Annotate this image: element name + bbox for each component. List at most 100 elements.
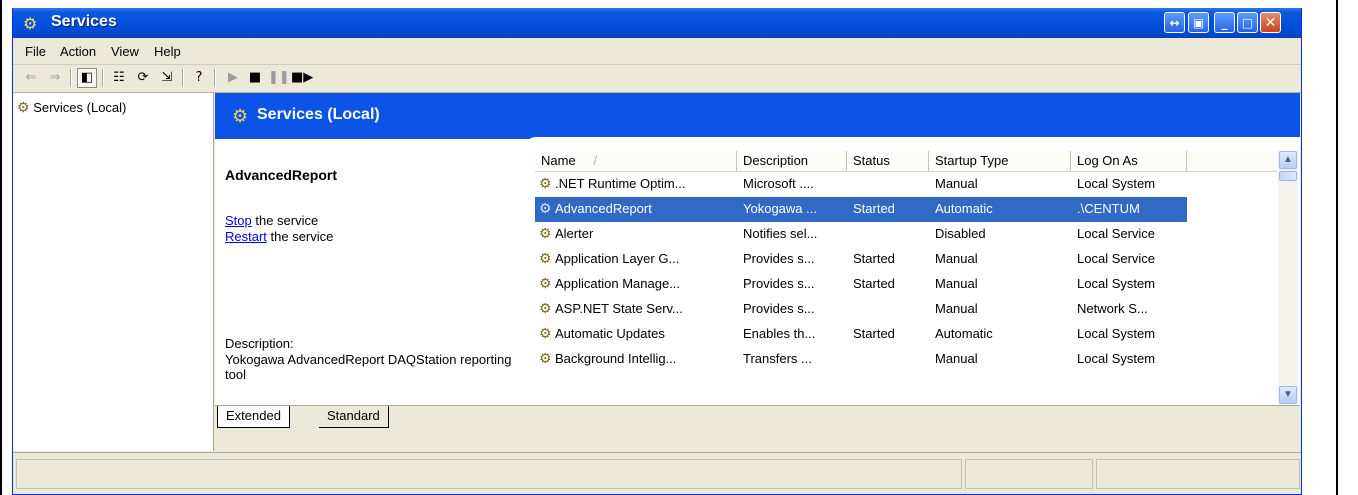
- tab-extended[interactable]: Extended: [217, 406, 290, 428]
- status-panel-secondary: [965, 459, 1093, 489]
- cell-logon: Local System: [1077, 326, 1156, 341]
- export-list-icon[interactable]: ⇲: [157, 68, 177, 88]
- column-header-name[interactable]: Name /: [535, 151, 737, 171]
- cell-name: AdvancedReport: [555, 201, 652, 216]
- scroll-down-icon[interactable]: ▼: [1279, 386, 1297, 404]
- cell-startup: Automatic: [935, 326, 993, 341]
- cell-description: Microsoft ....: [743, 176, 814, 191]
- table-row[interactable]: ⚙ AdvancedReport Yokogawa ... Started Automa…: [535, 197, 1187, 222]
- menu-file[interactable]: File: [25, 44, 46, 59]
- cell-status: Started: [853, 326, 895, 341]
- status-panel-tertiary: [1096, 459, 1300, 489]
- details-pane: ⚙ Services (Local) AdvancedReport Stop t…: [215, 93, 1300, 452]
- table-row[interactable]: ⚙ .NET Runtime Optim... Microsoft .... Manu…: [535, 172, 1187, 197]
- stop-service-icon[interactable]: ■: [245, 68, 265, 88]
- scroll-thumb[interactable]: [1279, 171, 1297, 181]
- cell-description: Yokogawa ...: [743, 201, 817, 216]
- cell-name: .NET Runtime Optim...: [555, 176, 686, 191]
- tree-item-label: Services (Local): [33, 100, 127, 115]
- restart-service-text: the service: [266, 229, 334, 244]
- table-row[interactable]: ⚙ Application Layer G... Provides s... Star…: [535, 247, 1187, 272]
- services-window: ⚙ Services ↔ ▣ _ □ ✕ File Action View He…: [12, 8, 1302, 495]
- right-frame-line: [1336, 0, 1338, 495]
- table-row[interactable]: ⚙ Application Manage... Provides s... Start…: [535, 272, 1187, 297]
- menu-bar: File Action View Help: [13, 38, 1301, 65]
- cell-logon: Local Service: [1077, 251, 1156, 266]
- column-header-status[interactable]: Status: [847, 151, 929, 171]
- forward-arrow-icon[interactable]: ⇒: [45, 68, 65, 88]
- tree-pane: ⚙ Services (Local): [13, 93, 214, 451]
- close-icon[interactable]: ✕: [1260, 12, 1281, 33]
- table-row[interactable]: ⚙ ASP.NET State Serv... Provides s... Manua…: [535, 297, 1187, 322]
- column-header-startup-type[interactable]: Startup Type: [929, 151, 1071, 171]
- start-service-icon[interactable]: ▶: [223, 68, 243, 88]
- cell-startup: Disabled: [935, 226, 986, 241]
- cell-startup: Manual: [935, 276, 978, 291]
- cell-name: ASP.NET State Serv...: [555, 301, 683, 316]
- menu-view[interactable]: View: [111, 44, 139, 59]
- cell-name: Application Manage...: [555, 276, 681, 291]
- cell-startup: Manual: [935, 351, 978, 366]
- cell-logon: .\CENTUM: [1077, 201, 1140, 216]
- cell-logon: Local System: [1077, 276, 1156, 291]
- restart-service-link[interactable]: Restart: [225, 229, 267, 244]
- show-hide-tree-icon[interactable]: ◧: [77, 68, 97, 88]
- cell-description: Provides s...: [743, 251, 815, 266]
- service-gear-icon: ⚙: [539, 175, 552, 191]
- pause-service-icon[interactable]: ❚❚: [268, 68, 290, 88]
- service-gear-icon: ⚙: [539, 325, 552, 341]
- restore-panel-icon[interactable]: ▣: [1188, 12, 1209, 33]
- table-row[interactable]: ⚙ Background Intellig... Transfers ... Manu…: [535, 347, 1187, 372]
- services-gear-icon: ⚙: [23, 14, 38, 33]
- cell-startup: Automatic: [935, 201, 993, 216]
- sort-indicator-icon: /: [593, 153, 597, 168]
- back-arrow-icon[interactable]: ⇐: [21, 68, 41, 88]
- properties-icon[interactable]: ☷: [109, 68, 129, 88]
- maximize-icon[interactable]: □: [1237, 12, 1258, 33]
- service-gear-icon: ⚙: [539, 250, 552, 266]
- refresh-icon[interactable]: ⟳: [133, 68, 153, 88]
- stop-service-link[interactable]: Stop: [225, 213, 252, 228]
- window-title: Services: [51, 13, 117, 30]
- cell-status: Started: [853, 276, 895, 291]
- restart-service-icon[interactable]: ■▶: [291, 68, 313, 88]
- left-frame-line: [0, 0, 2, 495]
- cell-status: Started: [853, 201, 895, 216]
- column-header-description[interactable]: Description: [737, 151, 847, 171]
- minimize-icon[interactable]: _: [1214, 12, 1235, 33]
- toolbar-separator: [70, 69, 72, 87]
- view-tabs: Extended Standard: [215, 405, 1300, 452]
- table-row[interactable]: ⚙ Alerter Notifies sel... Disabled Local Ser…: [535, 222, 1187, 247]
- cell-name: Automatic Updates: [555, 326, 665, 341]
- cell-name: Alerter: [555, 226, 594, 241]
- menu-action[interactable]: Action: [60, 44, 96, 59]
- cell-startup: Manual: [935, 176, 978, 191]
- column-header-label: Name: [541, 153, 576, 168]
- cell-description: Transfers ...: [743, 351, 812, 366]
- cell-description: Notifies sel...: [743, 226, 818, 241]
- services-gear-icon: ⚙: [232, 106, 249, 127]
- header-title: Services (Local): [257, 106, 380, 123]
- status-panel-main: [16, 459, 962, 489]
- services-gear-icon: ⚙: [17, 99, 30, 115]
- menu-help[interactable]: Help: [154, 44, 181, 59]
- services-list: Name / Description Status Startup Type L…: [535, 149, 1300, 405]
- stop-service-text: the service: [251, 213, 319, 228]
- tab-standard[interactable]: Standard: [319, 406, 389, 428]
- cell-logon: Local Service: [1077, 226, 1156, 241]
- cell-description: Provides s...: [743, 276, 815, 291]
- table-row[interactable]: ⚙ Automatic Updates Enables th... Started Au…: [535, 322, 1187, 347]
- selected-service-name: AdvancedReport: [225, 167, 338, 183]
- scroll-up-icon[interactable]: ▲: [1279, 151, 1297, 169]
- help-icon[interactable]: ?: [189, 68, 209, 88]
- cell-name: Application Layer G...: [555, 251, 680, 266]
- column-header-log-on-as[interactable]: Log On As: [1071, 151, 1187, 171]
- cell-startup: Manual: [935, 251, 978, 266]
- vertical-scrollbar[interactable]: ▲ ▼: [1278, 151, 1298, 405]
- extend-icon[interactable]: ↔: [1164, 12, 1185, 33]
- restart-service-line: Restart the service: [225, 229, 333, 244]
- tree-item-services-local[interactable]: ⚙ Services (Local): [17, 99, 126, 116]
- stop-service-line: Stop the service: [225, 213, 318, 228]
- title-bar[interactable]: ⚙ Services ↔ ▣ _ □ ✕: [13, 8, 1301, 38]
- toolbar-separator: [182, 69, 184, 87]
